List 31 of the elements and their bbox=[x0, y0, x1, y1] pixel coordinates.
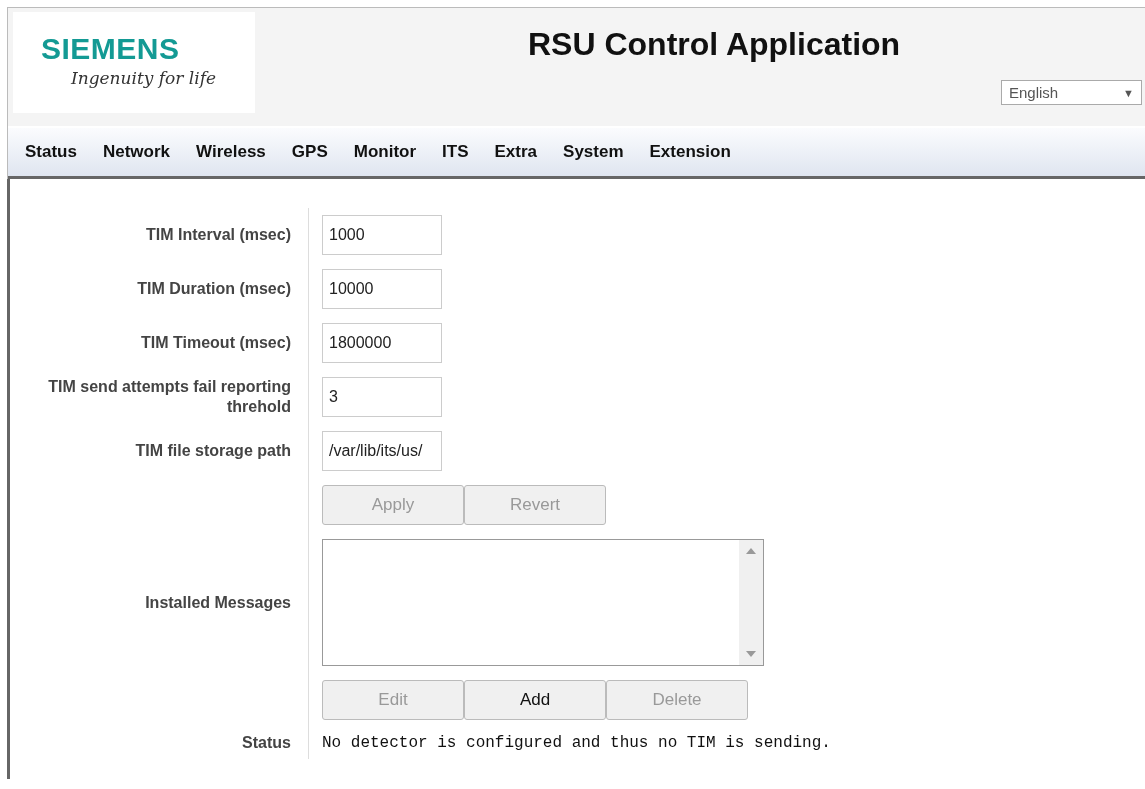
nav-item[interactable]: Status bbox=[12, 142, 90, 162]
text-field[interactable]: /var/lib/its/us/ bbox=[322, 431, 442, 471]
text-field[interactable]: 10000 bbox=[322, 269, 442, 309]
field-label: TIM file storage path bbox=[135, 441, 291, 461]
nav-item[interactable]: Extra bbox=[481, 142, 551, 162]
action-button[interactable]: Add bbox=[464, 680, 606, 720]
nav-item[interactable]: Monitor bbox=[340, 142, 430, 162]
nav-item[interactable]: System bbox=[550, 142, 637, 162]
app-title: RSU Control Application bbox=[528, 26, 901, 63]
message-list[interactable] bbox=[322, 539, 764, 666]
field-label: TIM Duration (msec) bbox=[137, 279, 291, 299]
brand-logo: SIEMENS bbox=[41, 34, 180, 64]
nav-item[interactable]: GPS bbox=[278, 142, 341, 162]
text-field[interactable]: 1800000 bbox=[322, 323, 442, 363]
nav-item[interactable]: Wireless bbox=[183, 142, 279, 162]
nav-item[interactable]: ITS bbox=[429, 142, 482, 162]
scroll-up-icon[interactable] bbox=[746, 548, 756, 554]
field-label: Installed Messages bbox=[145, 592, 291, 613]
nav-item[interactable]: Extension bbox=[636, 142, 744, 162]
text-field[interactable]: 3 bbox=[322, 377, 442, 417]
field-label: Status bbox=[242, 733, 291, 753]
field-label: TIM send attempts fail reporting threhold bbox=[47, 377, 291, 417]
nav-item[interactable]: Network bbox=[89, 142, 184, 162]
scroll-down-icon[interactable] bbox=[746, 651, 756, 657]
language-select[interactable]: English ▼ bbox=[1001, 80, 1142, 105]
status-message: No detector is configured and thus no TIM is sending. bbox=[322, 734, 831, 752]
text-field[interactable]: 1000 bbox=[322, 215, 442, 255]
tagline: Ingenuity for life bbox=[71, 68, 217, 88]
scrollbar[interactable] bbox=[739, 540, 763, 665]
field-label: TIM Timeout (msec) bbox=[141, 333, 291, 353]
field-label: TIM Interval (msec) bbox=[146, 225, 291, 245]
